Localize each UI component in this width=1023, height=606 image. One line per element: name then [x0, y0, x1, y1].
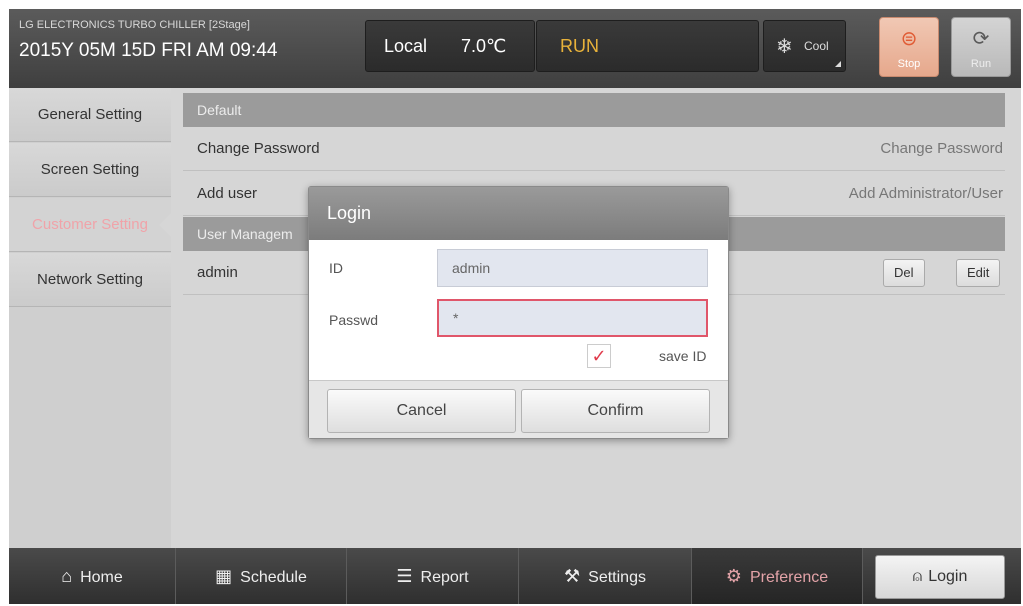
- delete-user-button[interactable]: Del: [883, 259, 925, 287]
- tab-settings[interactable]: ⚒ Settings: [519, 548, 692, 604]
- checkmark-icon: ✓: [591, 346, 607, 366]
- gear-icon: ⚙: [725, 566, 742, 586]
- brand-label: LG ELECTRONICS TURBO CHILLER [2Stage]: [19, 19, 250, 31]
- change-password-link[interactable]: Change Password: [880, 127, 1003, 171]
- sidebar-item-general-setting[interactable]: General Setting: [9, 88, 171, 142]
- mode-label: Local: [384, 36, 428, 56]
- tab-schedule[interactable]: ▦ Schedule: [176, 548, 347, 604]
- change-password-row[interactable]: Change Password Change Password: [183, 127, 1005, 171]
- sidebar-item-label: Network Setting: [37, 271, 143, 288]
- sidebar-item-screen-setting[interactable]: Screen Setting: [9, 143, 171, 197]
- top-header: LG ELECTRONICS TURBO CHILLER [2Stage] 20…: [9, 9, 1021, 88]
- password-input[interactable]: *: [437, 299, 708, 337]
- id-input[interactable]: admin: [437, 249, 708, 287]
- save-id-label: save ID: [659, 348, 707, 364]
- sidebar-item-customer-setting[interactable]: Customer Setting: [9, 198, 172, 252]
- refresh-icon: ⟳: [972, 28, 990, 50]
- login-dialog: Login ID admin Passwd * ✓ save ID Cancel…: [308, 186, 729, 439]
- tab-label: Schedule: [240, 569, 307, 586]
- dialog-body: ID admin Passwd * ✓ save ID: [309, 240, 728, 380]
- tools-icon: ⚒: [564, 566, 581, 586]
- stop-label: Stop: [897, 58, 921, 70]
- run-button[interactable]: ⟳ Run: [951, 17, 1011, 77]
- cancel-button[interactable]: Cancel: [327, 389, 516, 433]
- temperature-label: 7.0℃: [461, 36, 507, 56]
- sidebar: General Setting Screen Setting Customer …: [9, 88, 172, 548]
- login-label: Login: [928, 568, 968, 585]
- status-label: RUN: [560, 36, 599, 56]
- tab-home[interactable]: ⌂ Home: [9, 548, 176, 604]
- tab-label: Preference: [749, 569, 829, 586]
- app-frame: LG ELECTRONICS TURBO CHILLER [2Stage] 20…: [0, 0, 1023, 606]
- edit-user-button[interactable]: Edit: [956, 259, 1001, 287]
- sidebar-item-network-setting[interactable]: Network Setting: [9, 253, 171, 307]
- datetime-label: 2015Y 05M 15D FRI AM 09:44: [19, 40, 278, 61]
- cool-mode-button[interactable]: ❄ Cool: [763, 20, 846, 72]
- bottom-nav: ⌂ Home ▦ Schedule ☰ Report ⚒ Settings ⚙ Prefe…: [9, 548, 1021, 604]
- status-panel: RUN: [536, 20, 759, 72]
- section-header-default: Default: [183, 93, 1005, 127]
- cool-label: Cool: [804, 39, 829, 53]
- login-button[interactable]: ⍝ Login: [875, 555, 1005, 599]
- add-user-link[interactable]: Add Administrator/User: [849, 172, 1003, 216]
- change-password-label: Change Password: [197, 140, 320, 157]
- tab-report[interactable]: ☰ Report: [347, 548, 519, 604]
- stop-button[interactable]: ⊜ Stop: [879, 17, 939, 77]
- tab-preference[interactable]: ⚙ Preference: [692, 548, 863, 604]
- user-icon: ⍝: [912, 568, 923, 585]
- home-icon: ⌂: [61, 566, 73, 586]
- chiller-screen: LG ELECTRONICS TURBO CHILLER [2Stage] 20…: [9, 9, 1021, 604]
- add-user-label: Add user: [197, 185, 258, 202]
- confirm-button[interactable]: Confirm: [521, 389, 710, 433]
- dialog-footer: Cancel Confirm: [309, 380, 728, 438]
- user-name: admin: [197, 264, 238, 281]
- stop-icon: ⊜: [900, 28, 918, 50]
- save-id-checkbox[interactable]: ✓: [587, 344, 611, 368]
- tab-label: Settings: [588, 569, 646, 586]
- run-label: Run: [970, 58, 992, 70]
- dropdown-corner-icon: [835, 61, 841, 67]
- active-indicator-icon: [159, 212, 172, 238]
- passwd-label: Passwd: [329, 312, 379, 328]
- mode-temp-panel: Local 7.0℃: [365, 20, 535, 72]
- dialog-title: Login: [309, 187, 728, 240]
- list-icon: ☰: [396, 566, 413, 586]
- sidebar-item-label: Customer Setting: [32, 216, 148, 233]
- tab-label: Home: [80, 569, 123, 586]
- calendar-icon: ▦: [215, 566, 233, 586]
- tab-label: Report: [420, 569, 469, 586]
- snowflake-icon: ❄: [776, 36, 793, 58]
- sidebar-item-label: Screen Setting: [40, 161, 140, 178]
- id-label: ID: [329, 260, 343, 276]
- sidebar-item-label: General Setting: [37, 106, 143, 123]
